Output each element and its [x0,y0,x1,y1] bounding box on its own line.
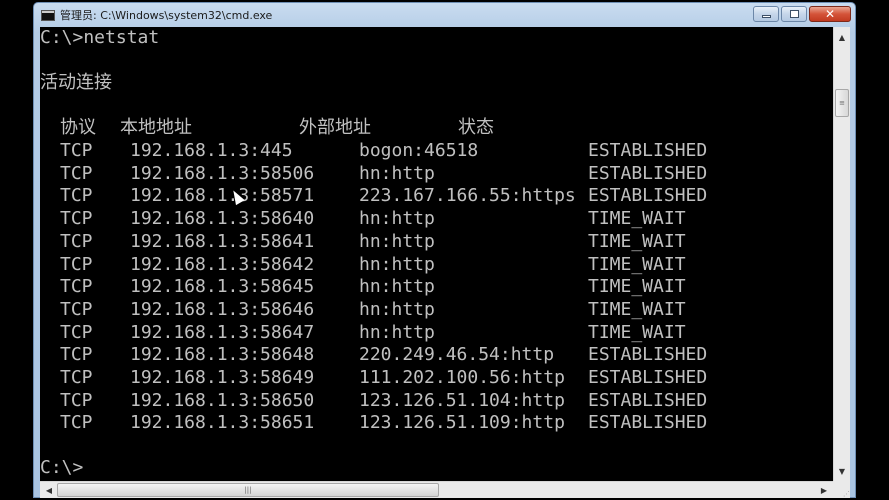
table-row: TCP 192.168.1.3:58506 hn:http ESTABLISHED [40,163,833,185]
table-row: TCP 192.168.1.3:58641 hn:http TIME_WAIT [40,231,833,253]
title-bar[interactable]: 管理员: C:\Windows\system32\cmd.exe ✕ [34,3,855,27]
header-state: 状态 [458,117,494,138]
cell-local-address: 192.168.1.3:58506 [130,162,315,184]
maximize-button[interactable] [781,6,807,22]
cell-foreign-address: hn:http [359,321,435,343]
cell-proto: TCP [60,389,93,411]
cell-state: ESTABLISHED [588,185,708,207]
cmd-app-icon[interactable] [41,9,55,21]
maximize-icon [789,10,799,18]
table-row: TCP 192.168.1.3:58645 hn:http TIME_WAIT [40,276,833,298]
cell-proto: TCP [60,162,93,184]
cell-foreign-address: hn:http [359,253,435,275]
cell-proto: TCP [60,298,93,320]
cell-proto: TCP [60,367,93,388]
cell-local-address: 192.168.1.3:58641 [130,230,315,252]
cell-foreign-address: bogon:46518 [359,140,479,161]
cell-state: TIME_WAIT [588,230,686,252]
cell-local-address: 192.168.1.3:445 [130,140,293,161]
cell-proto: TCP [60,253,93,275]
cell-foreign-address: hn:http [359,208,435,230]
cmd-window: 管理员: C:\Windows\system32\cmd.exe ✕ C:\>n… [33,2,856,498]
table-row: TCP 192.168.1.3:58651 123.126.51.109:http E… [40,412,833,434]
cell-state: TIME_WAIT [588,253,686,275]
cell-proto: TCP [60,276,93,298]
resize-grip-icon: ⋰ [843,490,850,498]
table-row: TCP 192.168.1.3:58642 hn:http TIME_WAIT [40,254,833,276]
table-header: 协议 本地地址 外部地址 状态 [40,117,833,139]
cell-local-address: 192.168.1.3:58648 [130,344,315,366]
cell-local-address: 192.168.1.3:58645 [130,276,315,298]
grip-icon: ||| [244,486,252,494]
cell-state: ESTABLISHED [588,367,708,388]
minimize-icon [761,14,771,18]
table-row: TCP 192.168.1.3:58646 hn:http TIME_WAIT [40,299,833,321]
cell-local-address: 192.168.1.3:58647 [130,321,315,343]
cell-foreign-address: 123.126.51.109:http [359,412,565,434]
cell-foreign-address: 220.249.46.54:http [359,344,555,366]
cell-foreign-address: hn:http [359,162,435,184]
command-line: C:\>netstat [40,27,160,48]
cell-foreign-address: 223.167.166.55:https [359,185,576,207]
cell-state: ESTABLISHED [588,140,708,161]
vertical-scrollbar[interactable]: ▲ ≡ ▼ [833,27,850,481]
cell-proto: TCP [60,412,93,434]
cell-local-address: 192.168.1.3:58650 [130,389,315,411]
resize-grip[interactable]: ⋰ [833,481,850,498]
table-row: TCP 192.168.1.3:58647 hn:http TIME_WAIT [40,322,833,344]
scroll-left-icon[interactable]: ◀ [41,482,57,498]
table-row: TCP 192.168.1.3:58649 111.202.100.56:http E… [40,367,833,389]
cell-local-address: 192.168.1.3:58646 [130,298,315,320]
console-output[interactable]: C:\>netstat 活动连接 协议 本地地址 外部地址 状态 TCP 192.… [40,27,833,481]
table-row: TCP 192.168.1.3:58650 123.126.51.104:http E… [40,390,833,412]
cell-foreign-address: 123.126.51.104:http [359,389,565,411]
cell-foreign-address: hn:http [359,230,435,252]
cell-state: TIME_WAIT [588,276,686,298]
cell-state: ESTABLISHED [588,389,708,411]
cell-local-address: 192.168.1.3:58651 [130,412,315,434]
horizontal-scrollbar[interactable]: ◀ ||| ▶ [40,481,833,498]
table-row: TCP 192.168.1.3:445 bogon:46518 ESTABLISHED [40,140,833,162]
prompt-line: C:\> [40,457,84,478]
section-title: 活动连接 [40,72,112,93]
header-proto: 协议 [60,117,96,138]
cell-local-address: 192.168.1.3:58571 [130,185,315,207]
cell-state: TIME_WAIT [588,321,686,343]
table-row: TCP 192.168.1.3:58648 220.249.46.54:http ES… [40,344,833,366]
cell-foreign-address: hn:http [359,276,435,298]
cell-proto: TCP [60,185,93,207]
window-controls: ✕ [753,6,851,22]
header-local: 本地地址 [120,117,192,138]
cell-proto: TCP [60,208,93,230]
cell-proto: TCP [60,321,93,343]
table-row: TCP 192.168.1.3:58571 223.167.166.55:https… [40,185,833,207]
scroll-right-icon[interactable]: ▶ [816,482,832,498]
cell-proto: TCP [60,344,93,366]
scroll-up-icon[interactable]: ▲ [834,29,850,45]
grip-icon: ≡ [839,99,845,107]
cell-proto: TCP [60,230,93,252]
cell-state: ESTABLISHED [588,344,708,366]
cell-local-address: 192.168.1.3:58649 [130,367,315,388]
cell-local-address: 192.168.1.3:58640 [130,208,315,230]
close-icon: ✕ [824,7,836,21]
cell-foreign-address: hn:http [359,298,435,320]
vertical-scroll-thumb[interactable]: ≡ [835,89,849,117]
cell-proto: TCP [60,140,93,161]
close-button[interactable]: ✕ [809,6,851,22]
scroll-down-icon[interactable]: ▼ [834,463,850,479]
cell-state: TIME_WAIT [588,298,686,320]
cell-state: ESTABLISHED [588,412,708,434]
table-row: TCP 192.168.1.3:58640 hn:http TIME_WAIT [40,208,833,230]
cell-local-address: 192.168.1.3:58642 [130,253,315,275]
cell-state: TIME_WAIT [588,208,686,230]
horizontal-scroll-thumb[interactable]: ||| [57,483,439,497]
header-foreign: 外部地址 [299,117,371,138]
minimize-button[interactable] [753,6,779,22]
window-title: 管理员: C:\Windows\system32\cmd.exe [60,9,273,22]
cell-foreign-address: 111.202.100.56:http [359,367,565,388]
cell-state: ESTABLISHED [588,162,708,184]
